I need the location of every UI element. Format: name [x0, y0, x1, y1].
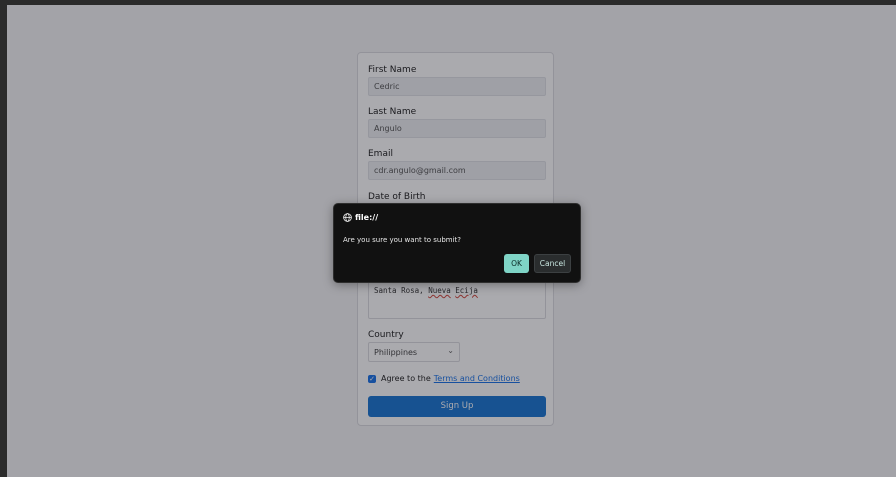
- dialog-origin-text: file://: [355, 213, 379, 222]
- ok-button[interactable]: OK: [504, 254, 529, 273]
- dialog-origin: file://: [343, 213, 378, 222]
- dialog-message: Are you sure you want to submit?: [343, 236, 461, 244]
- browser-viewport: First Name Cedric Last Name Angulo Email…: [7, 5, 896, 477]
- globe-icon: [343, 213, 352, 222]
- confirm-dialog: file:// Are you sure you want to submit?…: [333, 203, 581, 283]
- cancel-button[interactable]: Cancel: [534, 254, 571, 273]
